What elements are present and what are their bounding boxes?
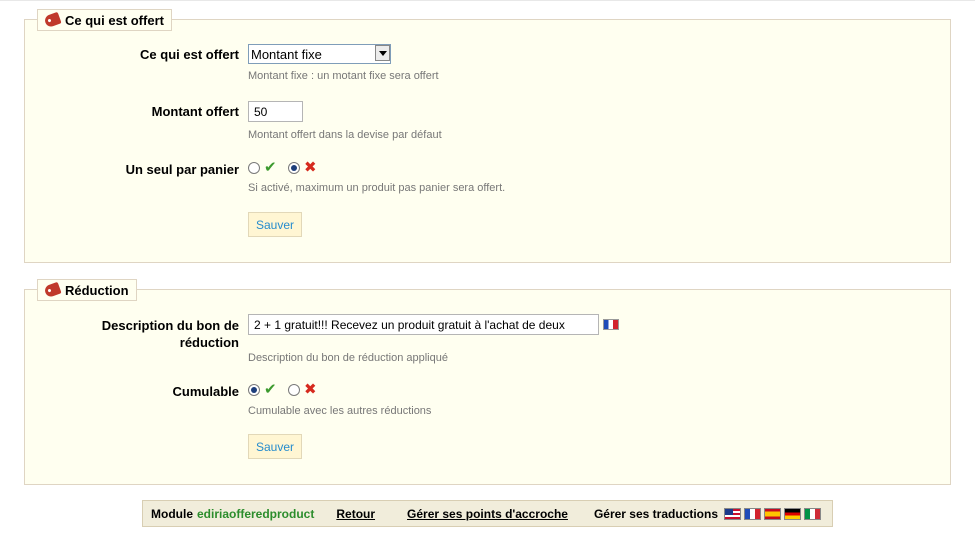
offer-legend-text: Ce qui est offert — [65, 12, 164, 28]
single-per-cart-label: Un seul par panier — [125, 162, 239, 177]
cross-icon: ✖ — [304, 381, 317, 398]
module-prefix: Module — [151, 506, 193, 521]
module-name: ediriaofferedproduct — [197, 506, 315, 521]
translation-flags — [724, 507, 822, 520]
voucher-description-input[interactable] — [248, 314, 599, 335]
cumulative-hint: Cumulable avec les autres réductions — [248, 405, 432, 417]
what-offered-select[interactable]: Montant fixe — [248, 44, 391, 64]
offer-panel: Ce qui est offert Ce qui est offert Mont… — [24, 9, 951, 263]
manage-translations-label: Gérer ses traductions — [593, 506, 719, 521]
reduction-legend: Réduction — [37, 279, 137, 301]
offer-legend: Ce qui est offert — [37, 9, 172, 31]
flag-de-icon[interactable] — [784, 507, 802, 520]
flag-fr-icon[interactable] — [744, 507, 762, 520]
module-footer: Module ediriaofferedproduct Retour Gérer… — [142, 500, 833, 527]
reduction-save-button[interactable]: Sauver — [248, 434, 303, 459]
tag-icon — [43, 281, 62, 299]
manage-hooks-link[interactable]: Gérer ses points d'accroche — [407, 507, 568, 521]
amount-hint: Montant offert dans la devise par défaut — [248, 129, 442, 141]
voucher-description-label: Description du bon de réduction — [0, 317, 239, 351]
single-per-cart-yes-radio[interactable] — [248, 162, 260, 174]
cumulative-yes-radio[interactable] — [248, 384, 260, 396]
what-offered-label: Ce qui est offert — [140, 47, 239, 62]
voucher-description-hint: Description du bon de réduction appliqué — [248, 352, 448, 364]
back-link[interactable]: Retour — [336, 507, 375, 521]
flag-fr-icon[interactable] — [603, 319, 619, 330]
cumulative-radios: ✔ ✖ — [248, 381, 319, 398]
what-offered-select-wrap[interactable]: Montant fixe — [248, 44, 391, 64]
cumulative-label: Cumulable — [172, 384, 239, 399]
amount-input[interactable] — [248, 101, 303, 122]
flag-us-icon[interactable] — [724, 507, 742, 520]
tag-icon — [43, 11, 62, 29]
single-per-cart-radios: ✔ ✖ — [248, 159, 319, 176]
offer-save-button[interactable]: Sauver — [248, 212, 303, 237]
reduction-panel: Réduction Description du bon de réductio… — [24, 279, 951, 485]
flag-es-icon[interactable] — [764, 507, 782, 520]
amount-label: Montant offert — [151, 104, 239, 119]
single-per-cart-no-radio[interactable] — [288, 162, 300, 174]
cumulative-no-radio[interactable] — [288, 384, 300, 396]
single-per-cart-hint: Si activé, maximum un produit pas panier… — [248, 182, 506, 194]
cross-icon: ✖ — [304, 159, 317, 176]
flag-it-icon[interactable] — [804, 507, 822, 520]
check-icon: ✔ — [264, 159, 277, 176]
what-offered-hint: Montant fixe : un motant fixe sera offer… — [248, 70, 439, 82]
check-icon: ✔ — [264, 381, 277, 398]
voucher-description-label-line1: Description du bon de — [101, 318, 239, 333]
voucher-description-label-line2: réduction — [179, 335, 239, 350]
reduction-legend-text: Réduction — [65, 282, 129, 298]
top-edge — [0, 0, 975, 1]
